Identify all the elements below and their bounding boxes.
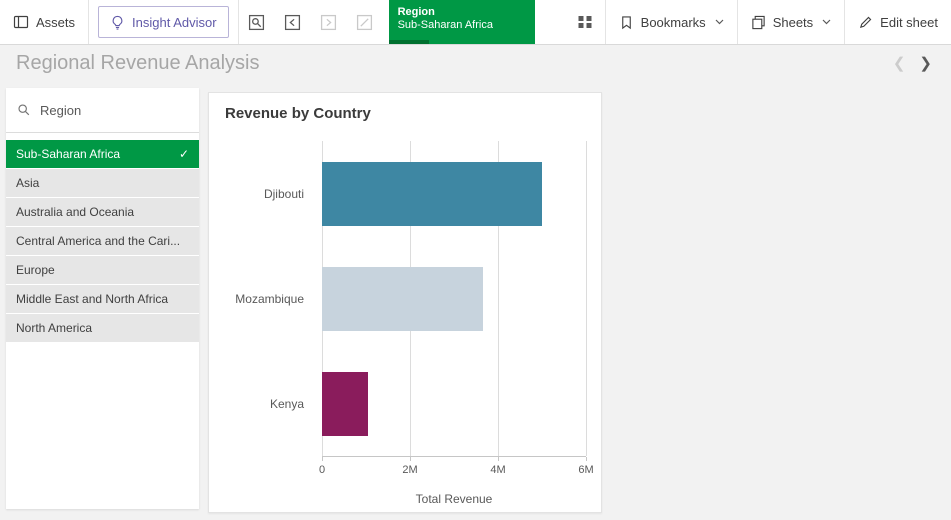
panel-icon xyxy=(13,14,29,30)
toolbar-right: Bookmarks Sheets Edit shee xyxy=(565,0,951,44)
list-item-label: Middle East and North Africa xyxy=(16,292,189,306)
list-item-label: Central America and the Cari... xyxy=(16,234,189,248)
list-item[interactable]: Central America and the Cari... xyxy=(6,227,199,255)
bar-row xyxy=(322,141,586,246)
lightbulb-icon xyxy=(110,15,125,30)
search-icon[interactable] xyxy=(17,103,31,117)
sheet-content: Region Sub-Saharan Africa ✓ Asia Austral… xyxy=(0,81,951,520)
step-back-icon[interactable] xyxy=(275,0,311,44)
sheet-title: Regional Revenue Analysis xyxy=(16,52,886,75)
x-axis-tick xyxy=(586,457,587,461)
chevron-down-icon xyxy=(822,19,831,25)
toolbar: Assets Insight Advisor Region Sub xyxy=(0,0,951,45)
next-sheet-chevron-icon[interactable]: ❯ xyxy=(912,54,939,72)
selection-value: Sub-Saharan Africa xyxy=(398,19,526,32)
list-item-label: Asia xyxy=(16,176,189,190)
list-item[interactable]: Sub-Saharan Africa ✓ xyxy=(6,140,199,168)
revenue-by-country-chart: Revenue by Country DjiboutiMozambiqueKen… xyxy=(208,92,602,513)
x-tick-label: 2M xyxy=(402,464,417,476)
clear-selections-icon[interactable] xyxy=(347,0,383,44)
list-item[interactable]: Australia and Oceania xyxy=(6,198,199,226)
selection-field: Region xyxy=(398,5,526,19)
insight-advisor-button[interactable]: Insight Advisor xyxy=(98,6,229,38)
divider xyxy=(88,0,89,44)
chevron-down-icon xyxy=(715,19,724,25)
x-axis-tick xyxy=(498,457,499,461)
x-axis-tick xyxy=(322,457,323,461)
selections-tool-icon[interactable] xyxy=(239,0,275,44)
x-tick-label: 6M xyxy=(578,464,593,476)
y-axis-label: Mozambique xyxy=(209,246,314,351)
y-axis-label: Kenya xyxy=(209,351,314,456)
filter-pane-title: Region xyxy=(40,103,81,118)
step-forward-icon[interactable] xyxy=(311,0,347,44)
list-item[interactable]: Europe xyxy=(6,256,199,284)
bar-row xyxy=(322,351,586,456)
selection-fraction-bar xyxy=(389,40,429,44)
bookmark-icon xyxy=(619,15,634,30)
chart-area: DjiboutiMozambiqueKenya 0 2M 4M 6M Total Re… xyxy=(209,141,601,512)
checkmark-icon: ✓ xyxy=(179,147,189,161)
bar-mozambique[interactable] xyxy=(322,267,483,331)
bar-djibouti[interactable] xyxy=(322,162,542,226)
list-item-label: North America xyxy=(16,321,189,335)
previous-sheet-chevron-icon[interactable]: ❮ xyxy=(886,54,913,72)
y-axis-label: Djibouti xyxy=(209,141,314,246)
bar-kenya[interactable] xyxy=(322,372,368,436)
gridline xyxy=(586,141,587,456)
x-axis: 02M4M6M xyxy=(322,456,586,482)
list-item[interactable]: Middle East and North Africa xyxy=(6,285,199,313)
bar-row xyxy=(322,246,586,351)
plot-area xyxy=(322,141,586,456)
sheets-icon xyxy=(751,15,766,30)
insight-advisor-label: Insight Advisor xyxy=(132,15,217,30)
list-item-label: Europe xyxy=(16,263,189,277)
x-tick-label: 0 xyxy=(319,464,325,476)
filter-pane-header[interactable]: Region xyxy=(6,88,199,133)
list-item-label: Australia and Oceania xyxy=(16,205,189,219)
sheets-button[interactable]: Sheets xyxy=(738,0,844,44)
sheets-label: Sheets xyxy=(773,15,813,30)
list-item[interactable]: Asia xyxy=(6,169,199,197)
y-axis-labels: DjiboutiMozambiqueKenya xyxy=(209,141,314,456)
list-item[interactable]: North America xyxy=(6,314,199,342)
x-axis-title: Total Revenue xyxy=(322,492,586,506)
assets-button[interactable]: Assets xyxy=(0,0,88,44)
x-axis-tick xyxy=(410,457,411,461)
sheet-grid-icon[interactable] xyxy=(565,0,605,44)
region-filter-pane: Region Sub-Saharan Africa ✓ Asia Austral… xyxy=(6,88,199,509)
assets-label: Assets xyxy=(36,15,75,30)
bookmarks-button[interactable]: Bookmarks xyxy=(606,0,737,44)
sheet-header: Regional Revenue Analysis ❮ ❯ xyxy=(0,45,951,81)
pencil-icon xyxy=(858,15,873,30)
x-tick-label: 4M xyxy=(490,464,505,476)
chart-title: Revenue by Country xyxy=(209,93,601,122)
edit-sheet-label: Edit sheet xyxy=(880,15,938,30)
edit-sheet-button[interactable]: Edit sheet xyxy=(845,0,951,44)
list-item-label: Sub-Saharan Africa xyxy=(16,147,179,161)
bookmarks-label: Bookmarks xyxy=(641,15,706,30)
selection-chip-region[interactable]: Region Sub-Saharan Africa xyxy=(389,0,535,44)
filter-list: Sub-Saharan Africa ✓ Asia Australia and … xyxy=(6,133,199,342)
